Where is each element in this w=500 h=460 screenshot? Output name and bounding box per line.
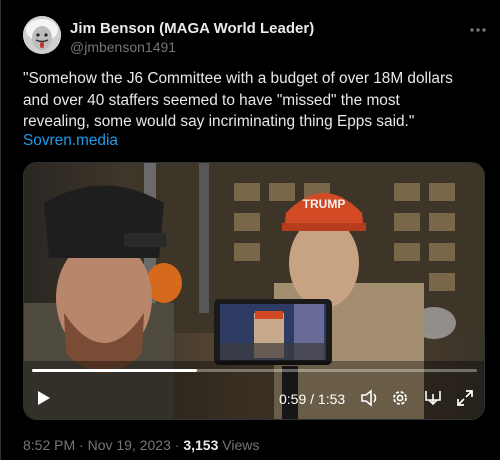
- tweet-card: Jim Benson (MAGA World Leader) @jmbenson…: [0, 0, 500, 460]
- time-readout: 0:59 / 1:53: [279, 391, 345, 407]
- video-player[interactable]: TRUMP 0:59 / 1:53: [23, 162, 485, 420]
- fullscreen-button[interactable]: [454, 387, 476, 409]
- tweet-header: Jim Benson (MAGA World Leader) @jmbenson…: [23, 14, 488, 58]
- video-progress-bar[interactable]: [32, 369, 477, 372]
- fullscreen-icon: [457, 390, 473, 406]
- tweet-date[interactable]: Nov 19, 2023: [88, 437, 171, 453]
- meta-separator: ·: [170, 437, 184, 453]
- tweet-link[interactable]: Sovren.media: [23, 132, 118, 150]
- time-current: 0:59: [279, 391, 307, 407]
- settings-gear-icon: [393, 391, 407, 405]
- einstein-avatar-icon: [23, 16, 61, 54]
- tweet-text-line: and over 40 staffers seemed to have "mis…: [23, 91, 400, 109]
- dock-button[interactable]: [422, 387, 444, 409]
- views-count: 3,153: [183, 437, 219, 453]
- play-icon: [38, 391, 50, 405]
- volume-button[interactable]: [359, 387, 381, 409]
- tweet-meta: 8:52 PM · Nov 19, 2023 · 3,153 Views: [23, 437, 259, 453]
- tweet-text-line: "Somehow the J6 Committee with a budget …: [23, 70, 453, 87]
- volume-icon: [361, 389, 377, 407]
- tweet-time[interactable]: 8:52 PM: [23, 437, 75, 453]
- time-separator: /: [306, 391, 318, 407]
- play-button[interactable]: [32, 387, 54, 409]
- time-total: 1:53: [317, 391, 346, 407]
- dock-icon: [425, 391, 441, 406]
- meta-separator: ·: [75, 437, 88, 453]
- video-controls: 0:59 / 1:53: [24, 359, 484, 419]
- views-label: Views: [218, 437, 260, 453]
- settings-button[interactable]: [389, 387, 411, 409]
- avatar[interactable]: [23, 16, 61, 54]
- user-handle[interactable]: @jmbenson1491: [70, 39, 176, 55]
- hat-text: TRUMP: [303, 197, 346, 211]
- video-progress-fill: [32, 369, 197, 372]
- tweet-text-line: revealing, some would say incriminating …: [23, 113, 415, 130]
- tweet-text: "Somehow the J6 Committee with a budget …: [23, 68, 493, 133]
- display-name[interactable]: Jim Benson (MAGA World Leader): [70, 20, 314, 37]
- more-options-icon[interactable]: [468, 20, 488, 40]
